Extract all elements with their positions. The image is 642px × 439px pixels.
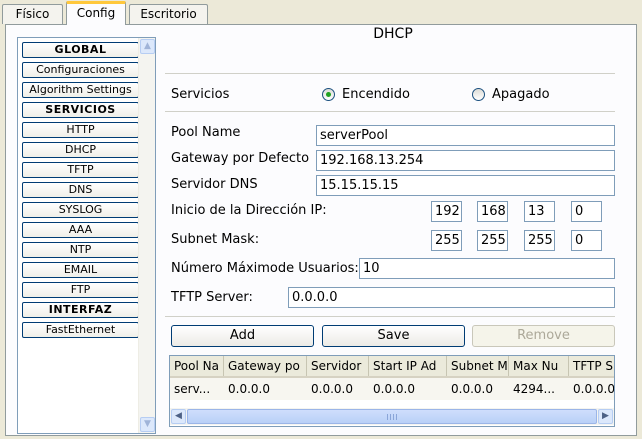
sidebar-scrollbar[interactable]: ▲ ▼ xyxy=(138,38,155,433)
servicios-label: Servicios xyxy=(171,87,230,102)
divider xyxy=(165,316,615,317)
grip-line xyxy=(390,414,391,420)
divider xyxy=(165,111,615,112)
start-ip-octet-2[interactable]: 168 xyxy=(477,201,508,222)
radio-selected-dot xyxy=(326,92,331,97)
pool-name-label: Pool Name xyxy=(171,125,241,140)
sidebar-item-syslog[interactable]: SYSLOG xyxy=(22,202,139,218)
table-cell: 0.0.0.0 xyxy=(573,382,615,396)
sidebar-item-algorithm-settings[interactable]: Algorithm Settings xyxy=(22,82,139,98)
grip-line xyxy=(387,414,388,420)
radio-apagado[interactable] xyxy=(472,88,485,101)
column-header[interactable]: Pool Na xyxy=(170,356,224,376)
sidebar-header-servicios: SERVICIOS xyxy=(22,102,139,118)
subnet-octet-2[interactable]: 255 xyxy=(477,230,508,251)
table-cell: 0.0.0.0 xyxy=(228,382,270,396)
sidebar-header-interfaz: INTERFAZ xyxy=(22,302,139,318)
scroll-down-icon[interactable]: ▼ xyxy=(140,417,155,432)
save-button[interactable]: Save xyxy=(322,325,465,347)
table-cell: 4294... xyxy=(513,382,555,396)
grip-line xyxy=(396,414,397,420)
subnet-octet-3[interactable]: 255 xyxy=(524,230,555,251)
scroll-up-icon[interactable]: ▲ xyxy=(140,39,155,54)
divider xyxy=(165,73,615,74)
tftp-server-label: TFTP Server: xyxy=(171,290,253,305)
sidebar-item-aaa[interactable]: AAA xyxy=(22,222,139,238)
column-header[interactable]: TFTP S xyxy=(569,356,614,376)
sidebar-item-configuraciones[interactable]: Configuraciones xyxy=(22,62,139,78)
table-cell: 0.0.0.0 xyxy=(373,382,415,396)
column-header[interactable]: Start IP Ad xyxy=(369,356,447,376)
max-users-input[interactable]: 10 xyxy=(359,258,615,279)
sidebar-item-tftp[interactable]: TFTP xyxy=(22,162,139,178)
column-header[interactable]: Subnet M xyxy=(447,356,509,376)
start-ip-label: Inicio de la Dirección IP: xyxy=(171,203,327,218)
table-cell: serv... xyxy=(174,382,211,396)
tftp-server-input[interactable]: 0.0.0.0 xyxy=(288,287,615,308)
start-ip-octet-1[interactable]: 192 xyxy=(431,201,462,222)
scroll-left-icon[interactable]: ◀ xyxy=(171,409,186,424)
sidebar-item-email[interactable]: EMAIL xyxy=(22,262,139,278)
sidebar-item-fastethernet[interactable]: FastEthernet xyxy=(22,322,139,338)
sidebar-item-ftp[interactable]: FTP xyxy=(22,282,139,298)
sidebar-item-http[interactable]: HTTP xyxy=(22,122,139,138)
dns-label: Servidor DNS xyxy=(171,177,258,192)
column-header[interactable]: Max Nu xyxy=(509,356,569,376)
pools-table: Pool Na Gateway po Servidor Start IP Ad … xyxy=(169,355,615,427)
sidebar-item-ntp[interactable]: NTP xyxy=(22,242,139,258)
dns-input[interactable]: 15.15.15.15 xyxy=(316,175,615,196)
subnet-mask-label: Subnet Mask: xyxy=(171,232,260,247)
sidebar-header-global: GLOBAL xyxy=(22,42,139,58)
table-header: Pool Na Gateway po Servidor Start IP Ad … xyxy=(170,356,614,378)
subnet-octet-1[interactable]: 255 xyxy=(431,230,462,251)
gateway-label: Gateway por Defecto xyxy=(171,151,310,166)
scroll-thumb[interactable] xyxy=(187,409,597,424)
table-cell: 0.0.0.0 xyxy=(451,382,493,396)
max-users-label: Número Máximode Usuarios: xyxy=(171,261,359,276)
radio-encendido[interactable] xyxy=(322,88,335,101)
tab-config[interactable]: Config xyxy=(66,1,126,25)
column-header[interactable]: Gateway po xyxy=(224,356,307,376)
start-ip-octet-4[interactable]: 0 xyxy=(571,201,602,222)
remove-button[interactable]: Remove xyxy=(472,325,615,347)
tab-bar: Físico Config Escritorio xyxy=(0,0,642,25)
table-cell: 0.0.0.0 xyxy=(311,382,353,396)
sidebar-item-dns[interactable]: DNS xyxy=(22,182,139,198)
grip-line xyxy=(393,414,394,420)
tab-fisico[interactable]: Físico xyxy=(2,4,63,24)
subnet-octet-4[interactable]: 0 xyxy=(571,230,602,251)
column-header[interactable]: Servidor xyxy=(307,356,369,376)
apagado-label[interactable]: Apagado xyxy=(492,87,550,102)
scroll-right-icon[interactable]: ▶ xyxy=(598,409,613,424)
encendido-label[interactable]: Encendido xyxy=(342,87,410,102)
sidebar-item-dhcp[interactable]: DHCP xyxy=(22,142,139,158)
table-horizontal-scrollbar[interactable]: ◀ ▶ xyxy=(170,408,614,425)
start-ip-octet-3[interactable]: 13 xyxy=(524,201,555,222)
gateway-input[interactable]: 192.168.13.254 xyxy=(316,150,615,171)
table-row[interactable]: serv... 0.0.0.0 0.0.0.0 0.0.0.0 0.0.0.0 … xyxy=(170,378,615,400)
tab-escritorio[interactable]: Escritorio xyxy=(129,4,208,24)
page-title: DHCP xyxy=(373,26,413,42)
pool-name-input[interactable]: serverPool xyxy=(316,125,615,146)
sidebar: GLOBAL Configuraciones Algorithm Setting… xyxy=(17,37,156,434)
add-button[interactable]: Add xyxy=(171,325,314,347)
